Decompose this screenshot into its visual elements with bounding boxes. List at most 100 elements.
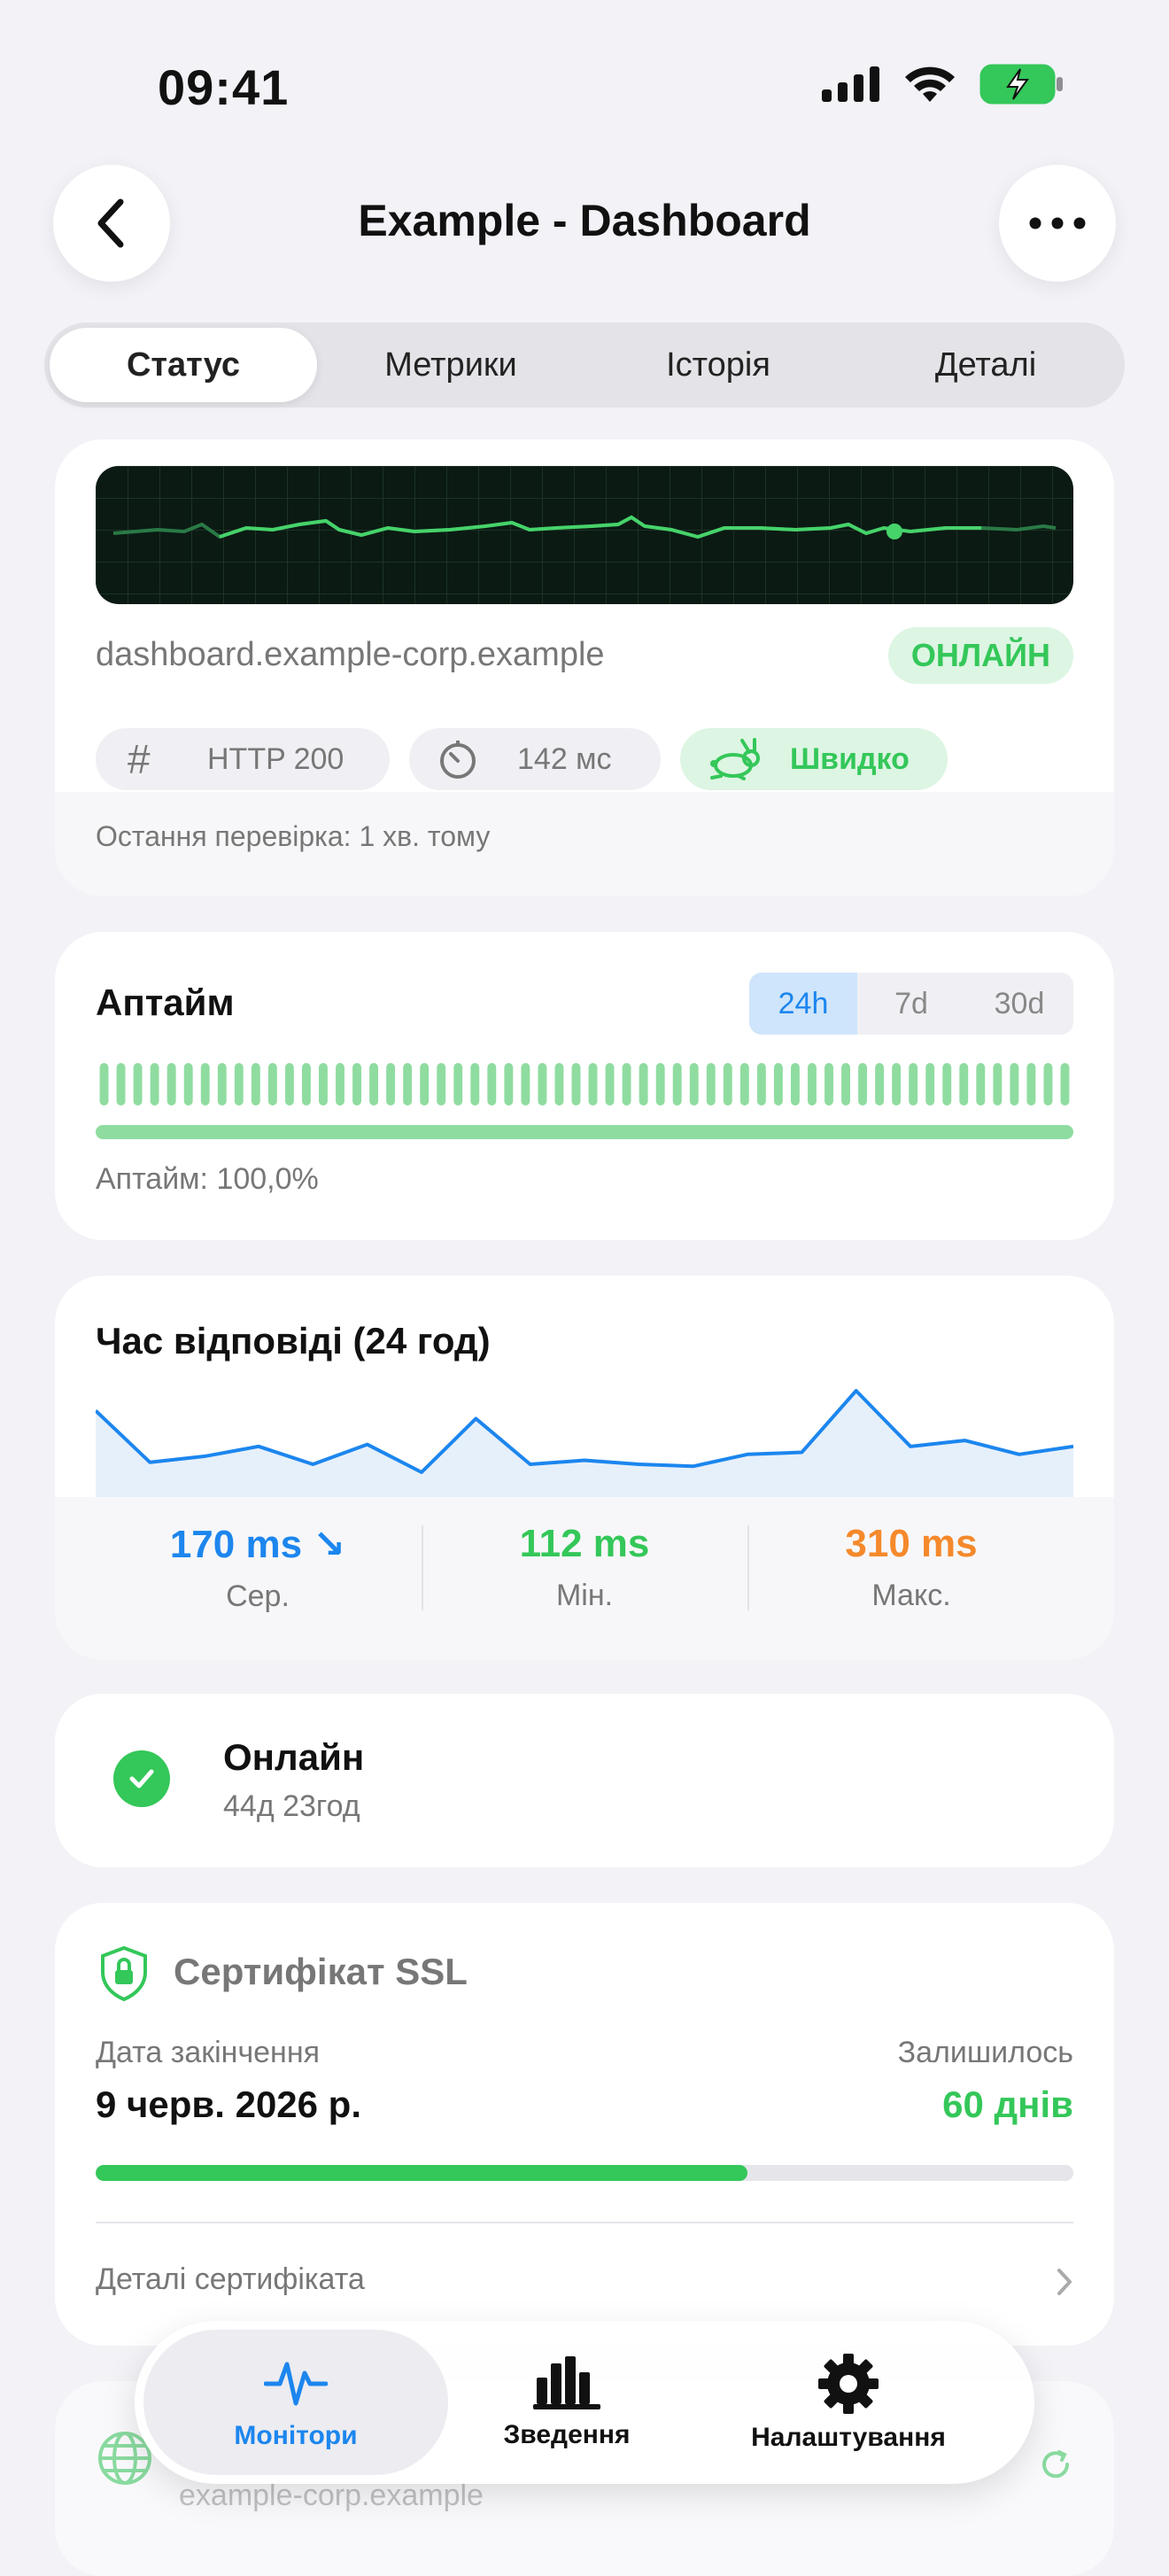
response-sparkline: [96, 1389, 1073, 1504]
range-7d[interactable]: 7d: [857, 973, 965, 1035]
checkmark-circle-icon: [113, 1750, 170, 1807]
rabbit-icon: [710, 738, 760, 780]
more-dots-icon: [1029, 217, 1086, 229]
uptime-check-tick: [183, 1063, 193, 1106]
uptime-check-tick: [858, 1063, 868, 1106]
max-label: Макс.: [871, 1579, 951, 1612]
uptime-check-tick: [808, 1063, 817, 1106]
wifi-icon: [905, 66, 955, 102]
uptime-check-tick: [976, 1063, 986, 1106]
status-badge: ОНЛАЙН: [887, 627, 1073, 684]
bar-chart-icon: [533, 2356, 600, 2409]
uptime-check-tick: [1010, 1063, 1019, 1106]
uptime-check-tick: [217, 1063, 227, 1106]
uptime-check-tick: [470, 1063, 480, 1106]
tab-settings-label: Налаштування: [751, 2423, 946, 2452]
online-title: Онлайн: [223, 1736, 365, 1778]
uptime-check-tick: [166, 1063, 176, 1106]
tab-monitors[interactable]: Монітори: [143, 2321, 448, 2484]
remaining-days: 60 днів: [942, 2083, 1073, 2125]
max-stat: 310 ms Макс.: [749, 1522, 1073, 1613]
http-code: HTTP 200: [207, 741, 345, 776]
uptime-check-tick: [336, 1063, 345, 1106]
tab-metrics[interactable]: Метрики: [317, 328, 584, 402]
segmented-tabs: Статус Метрики Історія Деталі: [44, 322, 1125, 407]
tab-summary-label: Зведення: [503, 2420, 631, 2449]
uptime-check-tick: [571, 1063, 581, 1106]
uptime-check-tick: [824, 1063, 833, 1106]
tab-summary[interactable]: Зведення: [445, 2321, 689, 2484]
uptime-check-tick: [200, 1063, 210, 1106]
range-24h[interactable]: 24h: [749, 973, 857, 1035]
min-value: 112 ms: [519, 1522, 650, 1565]
max-value: 310 ms: [845, 1522, 978, 1565]
more-button[interactable]: [999, 165, 1116, 282]
refresh-icon: [1042, 2450, 1070, 2479]
uptime-check-tick: [1026, 1063, 1036, 1106]
uptime-bar: [96, 1125, 1073, 1139]
avg-stat: 170 ms ↘ Сер.: [96, 1522, 420, 1614]
uptime-check-tick: [403, 1063, 413, 1106]
latency-chip: 142 мс: [409, 728, 661, 790]
status-icons: [822, 64, 1064, 105]
last-check-text: Остання перевірка: 1 хв. тому: [96, 820, 491, 852]
uptime-check-tick: [538, 1063, 547, 1106]
uptime-checks: [99, 1063, 1070, 1106]
cellular-signal-icon: [822, 66, 879, 102]
certificate-details-label: Деталі сертифіката: [96, 2262, 365, 2296]
tab-settings[interactable]: Налаштування: [698, 2321, 999, 2484]
tab-history[interactable]: Історія: [584, 328, 852, 402]
uptime-check-tick: [588, 1063, 598, 1106]
last-check-row: Остання перевірка: 1 хв. тому: [55, 792, 1114, 896]
uptime-check-tick: [655, 1063, 665, 1106]
uptime-check-tick: [773, 1063, 783, 1106]
uptime-check-tick: [554, 1063, 564, 1106]
tab-details[interactable]: Деталі: [852, 328, 1119, 402]
uptime-check-tick: [99, 1063, 109, 1106]
uptime-percentage: Аптайм: 100,0%: [96, 1162, 319, 1196]
uptime-check-tick: [133, 1063, 143, 1106]
speed-label: Швидко: [790, 741, 910, 776]
uptime-check-tick: [909, 1063, 918, 1106]
status-card: dashboard.example-corp.example ОНЛАЙН # …: [55, 439, 1114, 896]
ssl-progress: [96, 2165, 1073, 2181]
http-code-chip: # HTTP 200: [96, 728, 390, 790]
remaining-label: Залишилось: [897, 2036, 1073, 2069]
min-stat: 112 ms Мін.: [422, 1522, 747, 1613]
uptime-check-tick: [875, 1063, 885, 1106]
range-30d[interactable]: 30d: [965, 973, 1073, 1035]
trend-down-icon: ↘: [313, 1523, 346, 1566]
uptime-check-tick: [892, 1063, 902, 1106]
hash-icon: #: [128, 736, 151, 782]
status-time: 09:41: [158, 59, 290, 115]
uptime-title: Аптайм: [96, 982, 235, 1023]
uptime-check-tick: [284, 1063, 294, 1106]
response-title: Час відповіді (24 год): [96, 1320, 491, 1362]
uptime-check-tick: [959, 1063, 969, 1106]
uptime-check-tick: [453, 1063, 463, 1106]
uptime-check-tick: [639, 1063, 648, 1106]
uptime-check-tick: [790, 1063, 800, 1106]
tab-bar: Монітори Зведення Налаштування: [135, 2321, 1034, 2484]
expiry-date: 9 черв. 2026 р.: [96, 2083, 362, 2125]
ssl-progress-fill: [96, 2165, 748, 2181]
avg-value: 170 ms: [169, 1523, 303, 1566]
uptime-check-tick: [622, 1063, 631, 1106]
uptime-check-tick: [420, 1063, 430, 1106]
uptime-check-tick: [756, 1063, 766, 1106]
uptime-check-tick: [386, 1063, 396, 1106]
uptime-check-tick: [116, 1063, 126, 1106]
tab-status[interactable]: Статус: [50, 328, 317, 402]
ssl-title: Сертифікат SSL: [174, 1951, 468, 1992]
range-selector: 24h 7d 30d: [749, 973, 1073, 1035]
gear-icon: [818, 2354, 879, 2414]
uptime-card: Аптайм 24h 7d 30d Аптайм: 100,0%: [55, 932, 1114, 1240]
uptime-check-tick: [234, 1063, 244, 1106]
uptime-check-tick: [1043, 1063, 1053, 1106]
online-duration: 44д 23год: [223, 1789, 360, 1823]
min-label: Мін.: [555, 1579, 614, 1612]
sparkline-area: [96, 1391, 1073, 1504]
uptime-check-tick: [993, 1063, 1003, 1106]
page-title: Example - Dashboard: [358, 196, 811, 245]
heartbeat-graph: [96, 466, 1073, 604]
